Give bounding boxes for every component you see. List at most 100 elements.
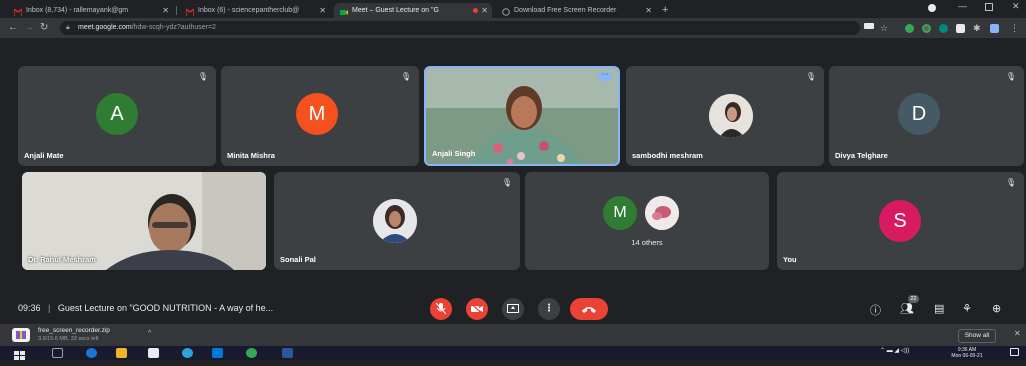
reload-icon[interactable]: ↻	[40, 20, 48, 36]
chevron-up-icon[interactable]: ^	[148, 330, 151, 337]
camera-off-icon	[470, 303, 484, 315]
new-tab-plus-icon[interactable]: +	[658, 3, 674, 18]
participant-tile[interactable]: 🎙︎ Sonali Pal	[274, 172, 520, 270]
avatar: S	[879, 200, 921, 242]
people-icon[interactable]: 👥︎	[900, 302, 914, 315]
mic-toggle-button[interactable]	[430, 298, 452, 320]
recording-indicator-icon	[473, 8, 478, 13]
camera-permission-icon[interactable]	[864, 23, 874, 29]
lock-shield-icon[interactable]: ⊕	[992, 302, 1001, 315]
close-tab-icon[interactable]: ✕	[481, 3, 488, 18]
meeting-separator: |	[48, 303, 51, 313]
camera-toggle-button[interactable]	[466, 298, 488, 320]
more-options-icon[interactable]: ···	[598, 71, 612, 81]
mic-muted-icon: 🎙︎	[501, 178, 512, 187]
bookmark-star-icon[interactable]: ☆	[880, 20, 888, 36]
mic-muted-icon: 🎙︎	[1005, 178, 1016, 187]
show-all-downloads-button[interactable]: Show all	[958, 329, 996, 343]
url-host: meet.google.com	[78, 24, 132, 31]
tab-search-icon[interactable]	[928, 4, 936, 12]
minimize-icon[interactable]: —	[958, 1, 967, 11]
people-count-badge: 22	[908, 295, 919, 303]
close-tab-icon[interactable]: ✕	[162, 3, 169, 18]
participant-video-tile-active-speaker[interactable]: ··· Anjali Singh	[424, 66, 620, 166]
participant-name: Sonali Pal	[280, 255, 316, 264]
participant-video-tile[interactable]: Dr. Rahul Meshram	[22, 172, 266, 270]
present-screen-icon	[507, 304, 519, 313]
tab-meet[interactable]: Meet – Guest Lecture on "G ✕	[334, 3, 492, 18]
meeting-info-icon[interactable]: ⓘ	[870, 302, 881, 318]
windows-start-icon[interactable]	[14, 348, 25, 360]
system-tray-icons[interactable]: ⌃ ▬ ◢ ◁))	[880, 347, 909, 354]
tab-inbox-2[interactable]: Inbox (6) - sciencepantherclub@ ✕	[180, 3, 330, 18]
extension-icon[interactable]	[956, 24, 965, 33]
extensions-puzzle-icon[interactable]: ✱	[973, 20, 981, 36]
participant-tile[interactable]: 🎙︎ A Anjali Mate	[18, 66, 216, 166]
hang-up-icon	[582, 307, 596, 313]
participant-tile[interactable]: 🎙︎ D Divya Telghare	[829, 66, 1024, 166]
browser-menu-icon[interactable]: ⋮	[1010, 20, 1019, 36]
close-shelf-icon[interactable]: ✕	[1014, 329, 1021, 338]
tab-screen-recorder[interactable]: Download Free Screen Recorder ✕	[496, 3, 656, 18]
url-path: /hdw-scqh-ydz?authuser=2	[131, 24, 216, 31]
maximize-icon[interactable]	[985, 3, 993, 11]
extension-icon[interactable]	[905, 24, 914, 33]
file-explorer-icon[interactable]	[116, 348, 127, 358]
window-close-icon[interactable]: ✕	[1012, 1, 1020, 12]
close-tab-icon[interactable]: ✕	[319, 3, 326, 18]
participant-name: You	[783, 255, 797, 264]
globe-icon	[502, 7, 510, 16]
lock-icon: 🔒︎	[66, 24, 70, 31]
taskbar-clock[interactable]: 9:36 AM Mon 06-09-21	[948, 347, 986, 359]
meeting-details: 09:36 | Guest Lecture on "GOOD NUTRITION…	[18, 303, 273, 313]
avatar	[645, 196, 679, 230]
more-options-button[interactable]: ⋮	[538, 298, 560, 320]
browser-toolbar: ← → ↻ 🔒︎ meet.google.com/hdw-scqh-ydz?au…	[0, 18, 1026, 38]
zip-file-icon	[12, 328, 30, 342]
forward-arrow-icon[interactable]: →	[24, 20, 34, 36]
mic-off-icon	[435, 302, 447, 315]
extension-icon[interactable]	[939, 24, 948, 33]
word-icon[interactable]	[282, 348, 293, 358]
chrome-icon[interactable]	[246, 348, 257, 358]
activities-icon[interactable]: ⚘	[962, 302, 972, 315]
more-vert-icon: ⋮	[544, 303, 554, 314]
participant-name: sambodhi meshram	[632, 151, 703, 160]
back-arrow-icon[interactable]: ←	[8, 20, 18, 36]
tab-inbox-1[interactable]: Inbox (8,734) - rallemayank@gm ✕	[8, 3, 173, 18]
leave-call-button[interactable]	[570, 298, 608, 320]
telegram-icon[interactable]	[182, 348, 193, 358]
profile-avatar[interactable]	[990, 24, 999, 33]
participant-tile[interactable]: 🎙︎ M Minita Mishra	[221, 66, 419, 166]
others-count-label: 14 others	[631, 238, 663, 247]
meeting-time: 09:36	[18, 303, 41, 313]
gmail-icon	[185, 7, 195, 16]
avatar	[373, 199, 417, 243]
mic-muted-icon: 🎙︎	[400, 72, 411, 81]
task-view-icon[interactable]	[52, 348, 63, 358]
present-screen-button[interactable]	[502, 298, 524, 320]
mic-muted-icon: 🎙︎	[1005, 72, 1016, 81]
mic-muted-icon: 🎙︎	[197, 72, 208, 81]
close-tab-icon[interactable]: ✕	[645, 3, 652, 18]
chat-icon[interactable]: ▤	[934, 302, 944, 315]
mail-icon[interactable]	[212, 348, 223, 358]
extension-icon[interactable]	[922, 24, 931, 33]
participant-name: Dr. Rahul Meshram	[28, 255, 96, 264]
mic-muted-icon: 🎙︎	[805, 72, 816, 81]
browser-tab-strip: Inbox (8,734) - rallemayank@gm ✕ Inbox (…	[0, 0, 1026, 18]
self-tile[interactable]: 🎙︎ S You	[777, 172, 1024, 270]
download-filename[interactable]: free_screen_recorder.zip	[38, 327, 110, 334]
meet-icon	[340, 7, 348, 15]
store-icon[interactable]	[148, 348, 159, 358]
participant-name: Anjali Mate	[24, 151, 64, 160]
address-bar[interactable]: 🔒︎ meet.google.com/hdw-scqh-ydz?authuser…	[60, 21, 860, 35]
notifications-icon[interactable]	[1010, 348, 1019, 356]
participant-tile[interactable]: 🎙︎ sambodhi meshram	[626, 66, 824, 166]
download-shelf	[0, 324, 1026, 346]
meeting-title[interactable]: Guest Lecture on "GOOD NUTRITION - A way…	[58, 303, 273, 313]
download-progress-text: 3.6/15.6 MB, 33 secs left	[38, 336, 99, 342]
avatar	[709, 94, 753, 138]
edge-browser-icon[interactable]	[86, 348, 97, 358]
others-tile[interactable]: M 14 others	[525, 172, 769, 270]
